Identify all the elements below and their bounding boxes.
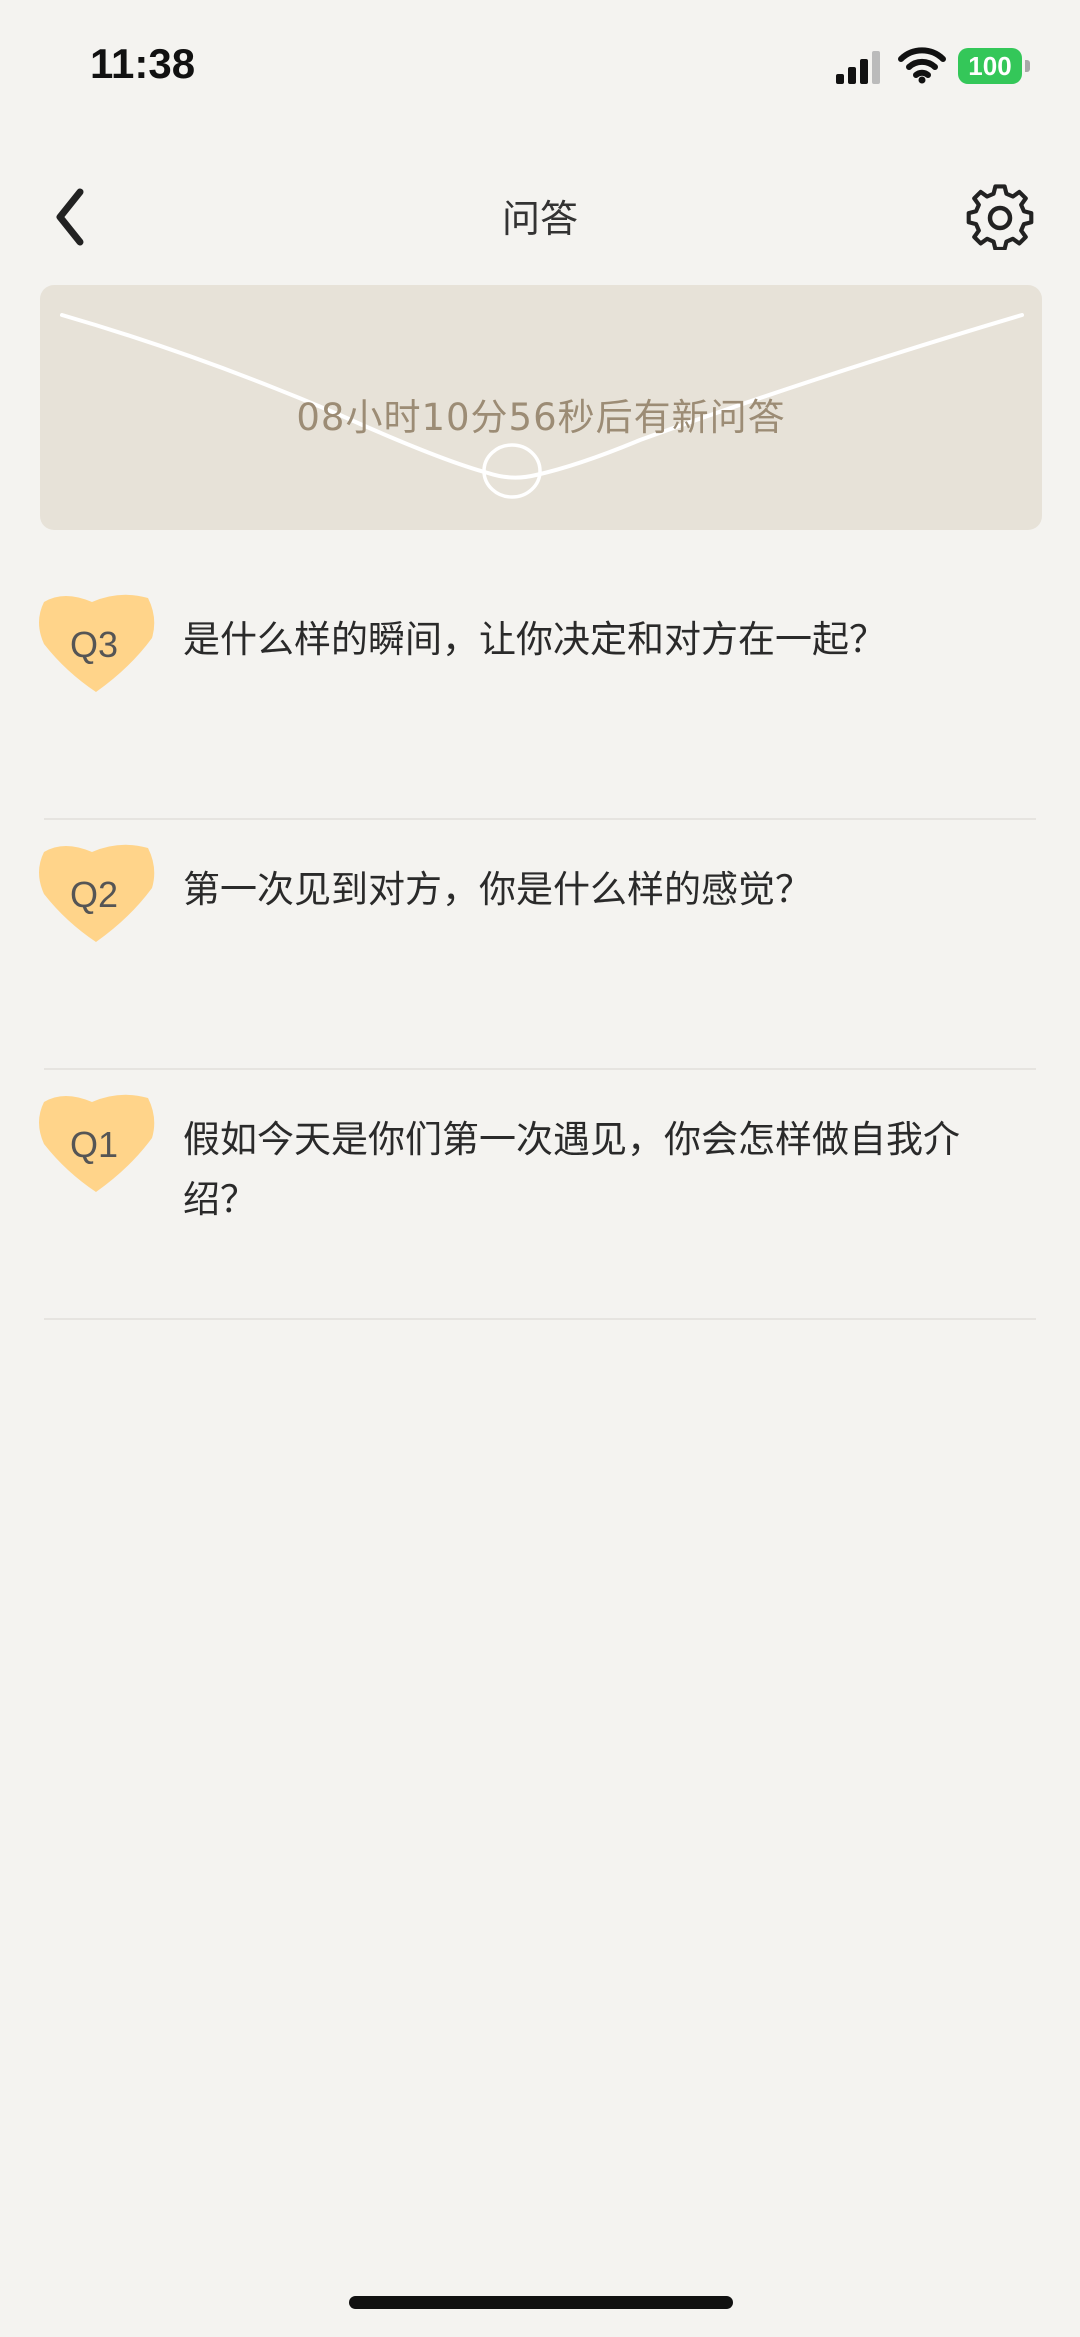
gear-icon [966,184,1034,252]
battery-nub [1025,60,1030,72]
battery-indicator: 100 [958,48,1022,84]
question-number: Q1 [69,1124,119,1165]
navigation-bar: 问答 [0,160,1080,260]
question-item-q3[interactable]: Q3 是什么样的瞬间，让你决定和对方在一起？ [0,570,1080,820]
countdown-banner: 08小时10分56秒后有新问答 [40,285,1042,530]
question-list: Q3 是什么样的瞬间，让你决定和对方在一起？ Q2 第一次见到对方，你是什么样的… [0,570,1080,1320]
question-badge: Q1 [34,1088,164,1198]
settings-button[interactable] [960,170,1040,252]
status-bar: 11:38 100 [0,0,1080,130]
cellular-signal-icon [836,51,880,84]
page-title: 问答 [501,197,578,241]
question-item-q2[interactable]: Q2 第一次见到对方，你是什么样的感觉？ [0,820,1080,1070]
question-item-q1[interactable]: Q1 假如今天是你们第一次遇见，你会怎样做自我介绍？ [0,1070,1080,1320]
status-time: 11:38 [90,40,196,87]
question-text: 第一次见到对方，你是什么样的感觉？ [183,868,812,911]
divider [44,1318,1036,1320]
question-number: Q2 [69,874,119,915]
question-text: 假如今天是你们第一次遇见，你会怎样做自我介绍？ [183,1118,960,1221]
wifi-icon [898,47,946,84]
question-number: Q3 [69,624,119,665]
countdown-text: 08小时10分56秒后有新问答 [296,396,786,439]
question-text: 是什么样的瞬间，让你决定和对方在一起？ [183,618,886,661]
home-indicator[interactable] [349,2296,733,2309]
question-badge: Q3 [34,588,164,698]
question-badge: Q2 [34,838,164,948]
